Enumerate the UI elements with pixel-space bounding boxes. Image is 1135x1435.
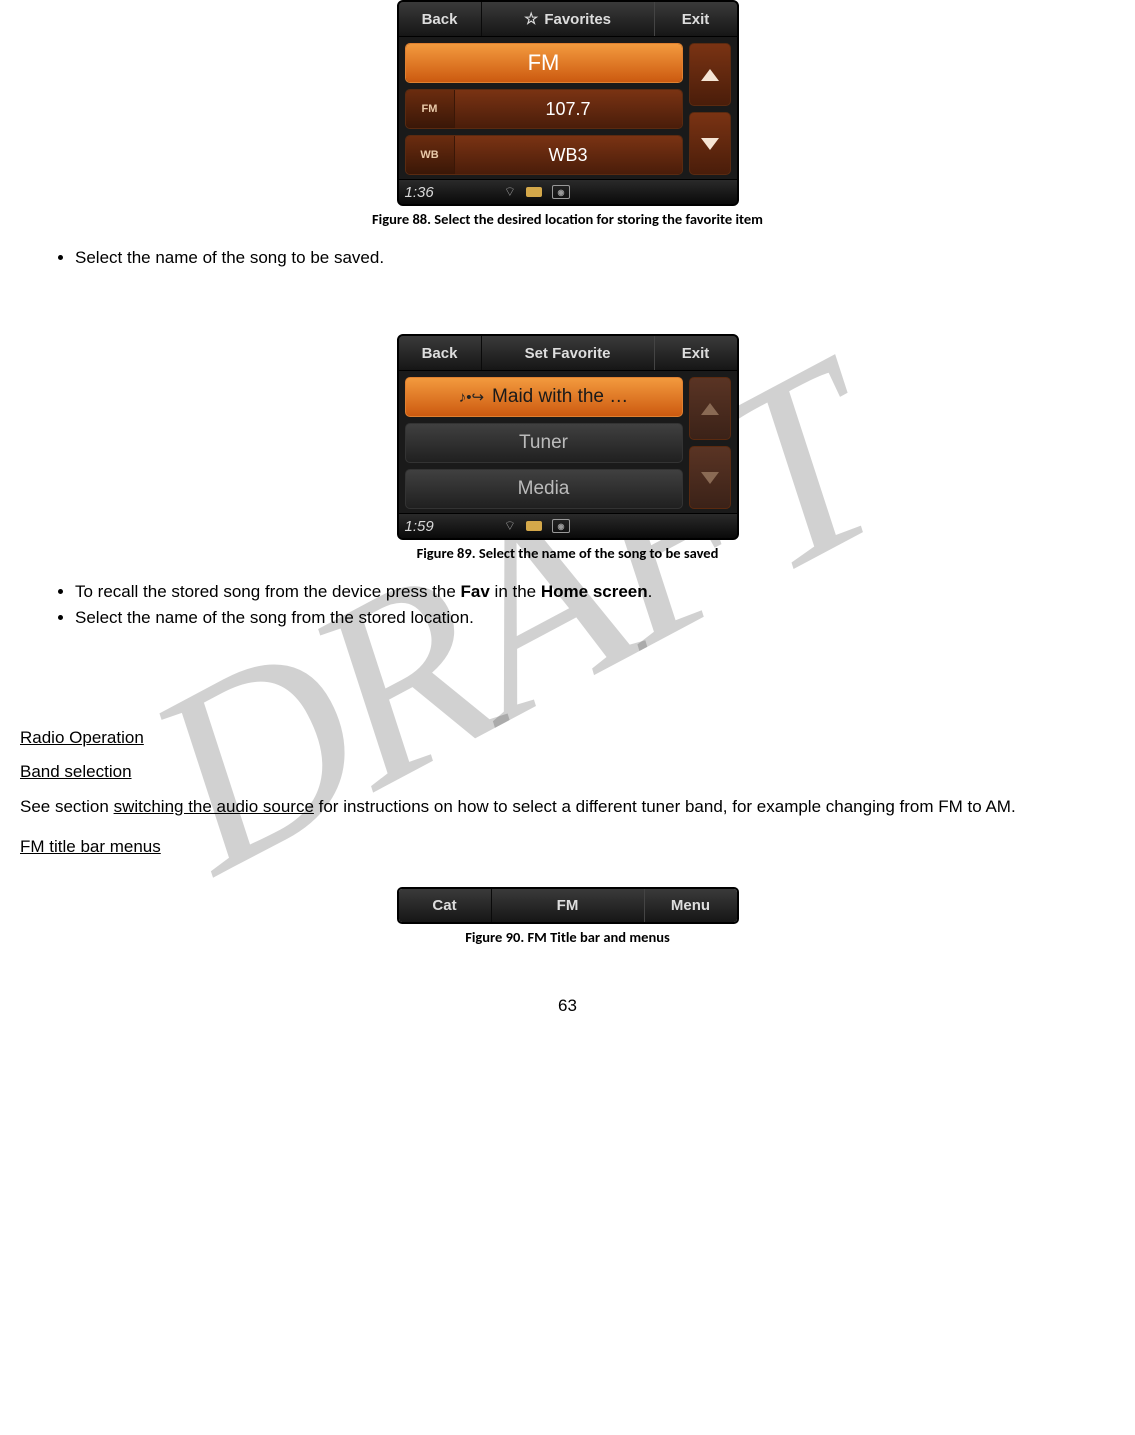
list-item[interactable]: Tuner [405, 423, 683, 463]
bullet-item: Select the name of the song to be saved. [75, 248, 1115, 268]
text: To recall the stored song from the devic… [75, 582, 461, 601]
hd-logo-icon [526, 187, 542, 197]
fm-title: FM [492, 889, 644, 922]
figure90-caption: Figure 90. FM Title bar and menus [20, 928, 1115, 946]
status-bar: 1:59 ⌔ ◉ [399, 513, 737, 538]
list-item[interactable]: WB WB3 [405, 135, 683, 175]
bullet-list-2: To recall the stored song from the devic… [20, 582, 1115, 628]
band-badge: FM [406, 90, 455, 128]
triangle-down-icon [701, 138, 719, 150]
scroll-down-button[interactable] [689, 446, 731, 509]
menu-button[interactable]: Menu [644, 889, 737, 922]
fm-label: FM [557, 897, 579, 914]
triangle-down-icon [701, 472, 719, 484]
bluetooth-icon: ⌔ [504, 184, 516, 200]
scroll-up-button[interactable] [689, 377, 731, 440]
figure88-device: Back ☆ Favorites Exit FM FM 107.7 WB WB3 [397, 0, 739, 206]
back-button[interactable]: Back [399, 336, 482, 370]
section-band-selection: Band selection [20, 762, 1115, 782]
list-item-label: FM [406, 44, 682, 82]
triangle-up-icon [701, 403, 719, 415]
text: for instructions on how to select a diff… [314, 797, 1016, 816]
figure89-titlebar: Back Set Favorite Exit [399, 336, 737, 371]
list-item-label: Tuner [519, 432, 568, 454]
status-bar: 1:36 ⌔ ◉ [399, 179, 737, 204]
bullet-item: To recall the stored song from the devic… [75, 582, 1115, 602]
triangle-up-icon [701, 69, 719, 81]
star-icon: ☆ [524, 9, 538, 29]
text: See section [20, 797, 114, 816]
bold-text: Home screen [541, 582, 648, 601]
media-status-icon: ◉ [552, 185, 570, 199]
section-fm-title-bar-menus: FM title bar menus [20, 837, 1115, 857]
band-badge: WB [406, 136, 455, 174]
band-paragraph: See section switching the audio source f… [20, 796, 1115, 819]
set-favorite-label: Set Favorite [525, 345, 611, 362]
list-item-label: 107.7 [455, 90, 682, 128]
exit-button[interactable]: Exit [654, 336, 737, 370]
list-item-label: Maid with the … [492, 386, 628, 408]
list-item-label: Media [518, 478, 570, 500]
figure88-titlebar: Back ☆ Favorites Exit [399, 2, 737, 37]
set-favorite-title: Set Favorite [482, 336, 654, 370]
bullet-list-1: Select the name of the song to be saved. [20, 248, 1115, 268]
figure89-device: Back Set Favorite Exit ♪•↪ Maid with the… [397, 334, 739, 540]
music-note-icon: ♪•↪ [459, 388, 484, 406]
clock-time: 1:59 [405, 518, 434, 535]
scroll-up-button[interactable] [689, 43, 731, 106]
favorites-title: ☆ Favorites [482, 2, 654, 36]
cat-button[interactable]: Cat [399, 889, 492, 922]
link-switching-audio-source[interactable]: switching the audio source [114, 797, 314, 816]
text: . [648, 582, 653, 601]
figure88-caption: Figure 88. Select the desired location f… [20, 210, 1115, 228]
bullet-item: Select the name of the song from the sto… [75, 608, 1115, 628]
list-item[interactable]: FM 107.7 [405, 89, 683, 129]
list-item[interactable]: ♪•↪ Maid with the … [405, 377, 683, 417]
exit-button[interactable]: Exit [654, 2, 737, 36]
figure90-titlebar: Cat FM Menu [397, 887, 739, 924]
media-status-icon: ◉ [552, 519, 570, 533]
back-button[interactable]: Back [399, 2, 482, 36]
text: in the [490, 582, 541, 601]
favorites-label: Favorites [544, 11, 611, 28]
scroll-down-button[interactable] [689, 112, 731, 175]
list-item[interactable]: FM [405, 43, 683, 83]
section-radio-operation: Radio Operation [20, 728, 1115, 748]
page-number: 63 [20, 996, 1115, 1016]
list-item-label: WB3 [455, 136, 682, 174]
bluetooth-icon: ⌔ [504, 518, 516, 534]
list-item[interactable]: Media [405, 469, 683, 509]
bold-text: Fav [461, 582, 490, 601]
clock-time: 1:36 [405, 184, 434, 201]
hd-logo-icon [526, 521, 542, 531]
figure89-caption: Figure 89. Select the name of the song t… [20, 544, 1115, 562]
